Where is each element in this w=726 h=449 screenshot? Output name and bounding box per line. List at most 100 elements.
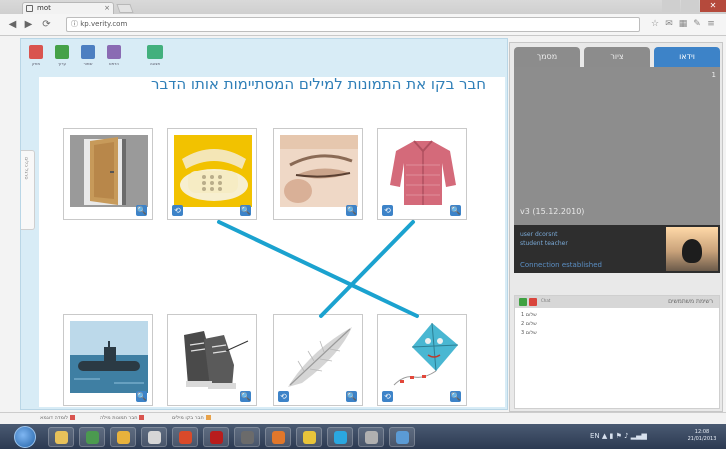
zoom-icon[interactable]: 🔍	[240, 205, 251, 216]
picture-card-submarine[interactable]: 🔍	[63, 314, 153, 406]
taskbar-app-tv[interactable]	[234, 427, 260, 447]
eye-image	[280, 135, 358, 207]
back-button[interactable]: ◀	[6, 18, 19, 31]
page-favicon-icon	[26, 5, 33, 12]
window-maximize-button[interactable]	[681, 0, 699, 12]
taskbar-app-acrobat[interactable]	[203, 427, 229, 447]
tab-close-icon[interactable]: ×	[104, 3, 110, 14]
chat-line: 3 שלום	[521, 330, 537, 336]
extension-icon[interactable]: ▦	[678, 19, 688, 29]
bottom-tab-marker-icon	[205, 415, 211, 420]
clock[interactable]: 12:08 21/01/2013	[682, 429, 722, 443]
reload-button[interactable]: ⟳	[40, 18, 53, 31]
tab-document[interactable]: מסמך	[514, 47, 580, 67]
chat-accept-icon[interactable]	[519, 298, 527, 306]
user-info-bar: user dcorsnt student teacher Connection …	[514, 225, 720, 273]
chat-panel: Chat רשימת משתמשים 1 שלום 2 שלום 3 שלום	[514, 295, 720, 409]
swap-icon[interactable]: ⟲	[172, 205, 183, 216]
bottom-tab-marker-icon	[70, 415, 76, 420]
acrobat-icon	[210, 431, 223, 444]
telephone-image	[174, 135, 252, 207]
edit-tool-label: ערוך	[58, 61, 66, 66]
tab-title: mot	[37, 4, 51, 12]
door-image	[70, 135, 148, 207]
display-tool-icon[interactable]	[147, 45, 163, 59]
tab-drawing[interactable]: ציור	[584, 47, 650, 67]
app-icon	[365, 431, 378, 444]
bottom-tab[interactable]: לומדה דוגמא	[38, 414, 77, 423]
picture-card-feather[interactable]: ⟲ 🔍	[273, 314, 363, 406]
tools-icon	[303, 431, 316, 444]
side-toolbar-tab[interactable]: סרגל כלים	[21, 150, 35, 230]
user-line-1: user dcorsnt	[520, 231, 558, 238]
edit-tool-icon[interactable]	[55, 45, 69, 59]
start-button[interactable]	[14, 426, 36, 448]
video-number: 1	[711, 71, 716, 79]
picture-card-shirt[interactable]: ⟲ 🔍	[377, 128, 467, 220]
submarine-image	[70, 321, 148, 393]
screen: mot × ✕ ◀ ▶ ⟳ ⓘ kp.verity.com ☆ ✉ ▦ ✎ ≡ …	[0, 0, 726, 449]
mail-icon[interactable]: ✉	[664, 19, 674, 29]
tab-video[interactable]: וידאו	[654, 47, 720, 67]
chat-header: Chat רשימת משתמשים	[515, 296, 719, 308]
picture-card-kite[interactable]: ⟲ 🔍	[377, 314, 467, 406]
window-minimize-button[interactable]	[662, 0, 680, 12]
menu-icon[interactable]: ≡	[706, 19, 716, 29]
zoom-icon[interactable]: 🔍	[450, 391, 461, 402]
bottom-tab[interactable]: חבר בקו מילים	[170, 414, 213, 423]
zoom-icon[interactable]: 🔍	[240, 391, 251, 402]
bookmark-star-icon[interactable]: ☆	[650, 19, 660, 29]
swap-icon[interactable]: ⟲	[382, 391, 393, 402]
taskbar-app-movie[interactable]	[141, 427, 167, 447]
right-panel-tabs: מסמך ציור וידאו	[514, 47, 720, 67]
browser-tab[interactable]: mot ×	[22, 2, 114, 14]
delete-tool-label: מחק	[31, 61, 41, 66]
taskbar: EN ▲ ▮ ⚑ ♪ ▂▄▆ 12:08 21/01/2013	[0, 424, 726, 449]
kite-image	[384, 321, 462, 393]
zoom-icon[interactable]: 🔍	[136, 205, 147, 216]
print-tool-label: הדפס	[109, 61, 119, 66]
zoom-icon[interactable]: 🔍	[450, 205, 461, 216]
save-tool-label: שמור	[83, 61, 93, 66]
picture-card-telephone[interactable]: ⟲ 🔍	[167, 128, 257, 220]
zoom-icon[interactable]: 🔍	[346, 205, 357, 216]
exercise-instruction: חבר בקו את התמונות למילים המסתיימות אותו…	[151, 75, 486, 93]
picture-card-shoes[interactable]: 🔍	[167, 314, 257, 406]
picture-card-door[interactable]: 🔍	[63, 128, 153, 220]
window-icon	[396, 431, 409, 444]
firefox-icon	[272, 431, 285, 444]
taskbar-app-skype[interactable]	[327, 427, 353, 447]
taskbar-app-app[interactable]	[358, 427, 384, 447]
zoom-icon[interactable]: 🔍	[346, 391, 357, 402]
version-label: v3 (15.12.2010)	[520, 207, 585, 216]
side-tab-label: סרגל כלים	[23, 157, 29, 180]
save-tool-icon[interactable]	[81, 45, 95, 59]
edit-icon[interactable]: ✎	[692, 19, 702, 29]
taskbar-app-chrome[interactable]	[79, 427, 105, 447]
delete-tool-icon[interactable]	[29, 45, 43, 59]
print-tool-icon[interactable]	[107, 45, 121, 59]
taskbar-app-window[interactable]	[389, 427, 415, 447]
taskbar-app-office[interactable]	[172, 427, 198, 447]
zoom-icon[interactable]: 🔍	[136, 391, 147, 402]
address-bar[interactable]: ⓘ kp.verity.com	[66, 17, 640, 32]
taskbar-app-media[interactable]	[110, 427, 136, 447]
window-close-button[interactable]: ✕	[700, 0, 726, 12]
forward-button[interactable]: ▶	[22, 18, 35, 31]
bottom-tab[interactable]: חבר תמונות מילה	[98, 414, 146, 423]
webcam-preview	[666, 227, 718, 271]
chat-header-small: Chat	[541, 298, 551, 303]
new-tab-button[interactable]	[116, 4, 134, 13]
chat-close-icon[interactable]	[529, 298, 537, 306]
taskbar-app-firefox[interactable]	[265, 427, 291, 447]
chrome-icon	[86, 431, 99, 444]
taskbar-app-tools[interactable]	[296, 427, 322, 447]
picture-card-eye[interactable]: 🔍	[273, 128, 363, 220]
swap-icon[interactable]: ⟲	[278, 391, 289, 402]
system-tray[interactable]: EN ▲ ▮ ⚑ ♪ ▂▄▆	[590, 432, 647, 440]
taskbar-app-explorer[interactable]	[48, 427, 74, 447]
tv-icon	[241, 431, 254, 444]
swap-icon[interactable]: ⟲	[382, 205, 393, 216]
skype-icon	[334, 431, 347, 444]
movie-icon	[148, 431, 161, 444]
